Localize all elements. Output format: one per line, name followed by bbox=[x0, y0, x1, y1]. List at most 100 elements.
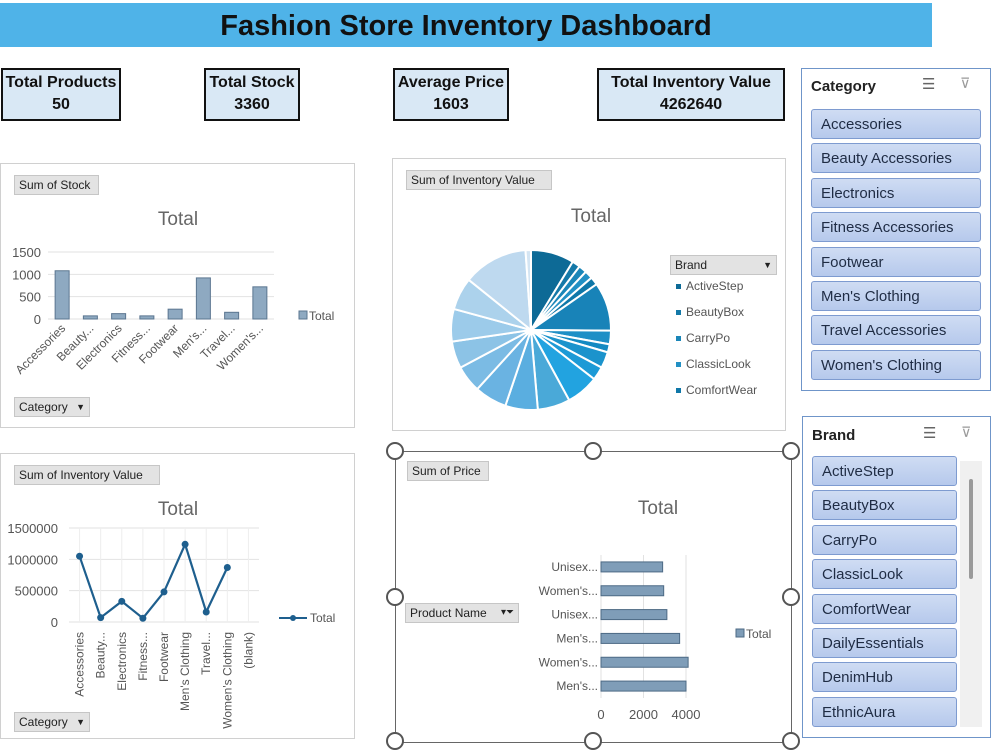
x-tick-label: Beauty... bbox=[94, 632, 108, 678]
y-axis-ticks: 0 500000 1000000 1500000 bbox=[7, 521, 58, 630]
slicer-item[interactable]: DailyEssentials bbox=[812, 627, 957, 658]
y-tick-label: Men's... bbox=[556, 679, 598, 693]
product-name-axis-button[interactable]: Product Name ▾⏷ bbox=[405, 603, 519, 623]
x-tick-label: Women's Clothing bbox=[220, 632, 234, 729]
slicer-item[interactable]: Footwear bbox=[811, 246, 981, 277]
bar bbox=[195, 277, 211, 320]
bar bbox=[600, 680, 687, 692]
slicer-item[interactable]: EthnicAura bbox=[812, 696, 957, 727]
data-point bbox=[202, 608, 210, 616]
category-slicer[interactable]: Category ☰ ⊽ Accessories Beauty Accessori… bbox=[801, 68, 991, 391]
legend-label: Total bbox=[746, 627, 771, 641]
chart-title: Total bbox=[158, 209, 198, 230]
bar bbox=[600, 585, 665, 597]
price-bar-chart-panel[interactable]: Sum of Price Total Unisex... Women's... Un… bbox=[395, 451, 792, 743]
slicer-item[interactable]: ComfortWear bbox=[812, 593, 957, 624]
slicer-item[interactable]: CarryPo bbox=[812, 524, 957, 555]
kpi-value: 50 bbox=[52, 96, 70, 113]
y-tick-label: Women's... bbox=[539, 584, 598, 598]
x-tick-label: 4000 bbox=[672, 707, 701, 722]
category-axis-button[interactable]: Category ▼ bbox=[14, 397, 90, 417]
slicer-item[interactable]: Electronics bbox=[811, 177, 981, 208]
x-tick-label: (blank) bbox=[241, 632, 255, 669]
legend-label: Total bbox=[310, 611, 335, 625]
brand-slicer-title: Brand bbox=[812, 427, 856, 444]
legend-label: ClassicLook bbox=[686, 357, 752, 371]
y-tick-label: 1000 bbox=[12, 267, 41, 282]
brand-slicer[interactable]: Brand ☰ ⊽ ActiveStep BeautyBox CarryPo Clas… bbox=[802, 416, 991, 738]
slicer-item[interactable]: ClassicLook bbox=[812, 559, 957, 590]
kpi-total-inventory-value: Total Inventory Value 4262640 bbox=[597, 68, 785, 121]
y-tick-label: 0 bbox=[51, 615, 58, 630]
legend: Total bbox=[735, 627, 771, 641]
kpi-label: Total Products bbox=[5, 74, 117, 91]
series-path bbox=[78, 541, 229, 620]
multi-select-icon[interactable]: ☰ bbox=[922, 75, 935, 93]
category-axis-button[interactable]: Category ▼ bbox=[14, 712, 90, 732]
resize-handle[interactable] bbox=[386, 732, 404, 750]
slicer-item[interactable]: Travel Accessories bbox=[811, 315, 981, 346]
bar bbox=[600, 656, 689, 668]
dashboard-title: Fashion Store Inventory Dashboard bbox=[220, 10, 712, 42]
slicer-item[interactable]: BeautyBox bbox=[812, 490, 957, 521]
x-tick-label: Accessories bbox=[73, 632, 87, 697]
legend: Total bbox=[279, 611, 335, 625]
legend-swatch bbox=[676, 310, 681, 315]
brand-legend-button[interactable]: Brand ▼ bbox=[670, 255, 777, 275]
data-point bbox=[118, 597, 126, 605]
resize-handle[interactable] bbox=[782, 732, 800, 750]
resize-handle[interactable] bbox=[584, 442, 602, 460]
clear-filter-icon[interactable]: ⊽ bbox=[960, 75, 970, 92]
slicer-item[interactable]: Accessories bbox=[811, 109, 981, 139]
bar bbox=[600, 561, 664, 573]
y-tick-label: Unisex... bbox=[551, 560, 598, 574]
inventory-pie-chart-panel[interactable]: Sum of Inventory Value Total ActiveStep B… bbox=[392, 158, 786, 431]
filter-icon: ▾⏷ bbox=[500, 607, 514, 618]
multi-select-icon[interactable]: ☰ bbox=[923, 424, 936, 442]
data-point bbox=[76, 552, 84, 560]
x-tick-label: Footwear bbox=[157, 632, 171, 682]
inventory-line-chart-panel[interactable]: Sum of Inventory Value Total 0 500000 1000… bbox=[0, 453, 355, 739]
kpi-total-stock: Total Stock 3360 bbox=[204, 68, 300, 121]
slicer-item[interactable]: DenimHub bbox=[812, 662, 957, 693]
resize-handle[interactable] bbox=[386, 442, 404, 460]
stock-chart-panel[interactable]: Sum of Stock Total 0 500 1000 1500 Accessor… bbox=[0, 163, 355, 428]
pie-slices bbox=[450, 248, 613, 411]
resize-handle[interactable] bbox=[386, 588, 404, 606]
kpi-average-price: Average Price 1603 bbox=[393, 68, 509, 121]
scrollbar-thumb[interactable] bbox=[969, 479, 973, 579]
bar bbox=[600, 609, 668, 621]
price-bar-chart: Total Unisex... Women's... Unisex... Men's.… bbox=[539, 498, 772, 722]
chart-title: Total bbox=[638, 498, 678, 519]
slicer-item[interactable]: ActiveStep bbox=[812, 456, 957, 486]
bar bbox=[252, 286, 268, 320]
resize-handle[interactable] bbox=[584, 732, 602, 750]
resize-handle[interactable] bbox=[782, 442, 800, 460]
legend-label: Total bbox=[309, 309, 334, 323]
stock-column-chart: Total 0 500 1000 1500 AccessoriesBeauty...E… bbox=[12, 209, 334, 377]
slicer-item[interactable]: Fitness Accessories bbox=[811, 212, 981, 243]
data-point bbox=[181, 540, 189, 548]
slicer-item[interactable]: Women's Clothing bbox=[811, 349, 981, 380]
x-tick-label: 2000 bbox=[629, 707, 658, 722]
y-tick-label: 500000 bbox=[15, 584, 58, 599]
legend-label: ComfortWear bbox=[686, 383, 757, 397]
bars bbox=[54, 270, 268, 320]
data-point bbox=[160, 588, 168, 596]
legend-label: ActiveStep bbox=[686, 279, 744, 293]
kpi-value: 1603 bbox=[433, 96, 469, 113]
resize-handle[interactable] bbox=[782, 588, 800, 606]
product-name-axis-button-label: Product Name bbox=[410, 606, 487, 620]
brand-slicer-scrollbar[interactable] bbox=[960, 461, 982, 727]
x-tick-label: Electronics bbox=[115, 632, 129, 691]
legend-label: BeautyBox bbox=[686, 305, 744, 319]
kpi-value: 4262640 bbox=[659, 96, 723, 113]
kpi-label: Total Stock bbox=[209, 74, 295, 91]
slicer-item[interactable]: Beauty Accessories bbox=[811, 143, 981, 174]
gridlines bbox=[600, 555, 687, 698]
clear-filter-icon[interactable]: ⊽ bbox=[961, 424, 971, 441]
slicer-item[interactable]: Men's Clothing bbox=[811, 280, 981, 311]
kpi-value: 3360 bbox=[234, 96, 270, 113]
inventory-pie-chart: Total ActiveStep BeautyBox CarryPo ClassicL… bbox=[450, 206, 757, 411]
inventory-line-chart: Total 0 500000 1000000 1500000 Accessories B… bbox=[7, 499, 335, 729]
